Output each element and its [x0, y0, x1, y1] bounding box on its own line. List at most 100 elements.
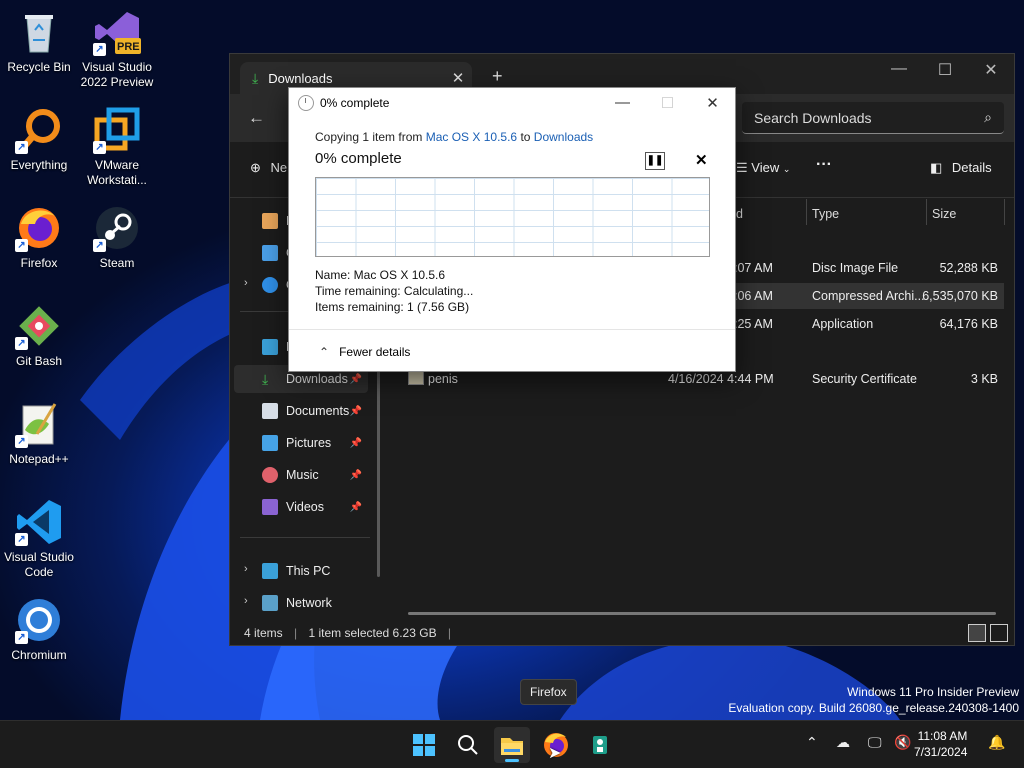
notepad-plus-plus-icon: ↗ — [15, 400, 63, 448]
chevron-right-icon[interactable]: › — [244, 595, 248, 607]
active-indicator — [505, 759, 519, 762]
desktop-icon-chromium[interactable]: ↗ Chromium — [0, 596, 78, 663]
firefox-icon: ↗ — [15, 204, 63, 252]
pin-icon: 📌 — [349, 437, 362, 449]
sidebar-item-pictures[interactable]: Pictures 📌 — [234, 429, 368, 457]
download-arrow-icon: ⤓ — [262, 371, 269, 387]
onedrive-offline-icon[interactable]: ☁ — [836, 735, 850, 751]
horizontal-scrollbar[interactable] — [408, 612, 996, 615]
vscode-icon: ↗ — [15, 498, 63, 546]
tiles-view-icon[interactable] — [990, 624, 1008, 642]
gallery-icon — [262, 245, 278, 261]
start-button[interactable] — [406, 727, 442, 763]
search-button[interactable] — [450, 727, 486, 763]
chevron-right-icon[interactable]: › — [244, 563, 248, 575]
dialog-body: Copying 1 item from Mac OS X 10.5.6 to D… — [289, 117, 735, 329]
desktop-icon-steam[interactable]: ↗ Steam — [78, 204, 156, 271]
shortcut-arrow-icon: ↗ — [93, 141, 106, 154]
desktop-icon-vmware[interactable]: ↗ VMware Workstati... — [78, 106, 156, 188]
chromium-icon: ↗ — [15, 596, 63, 644]
destination-link[interactable]: Downloads — [534, 130, 593, 144]
chevron-up-icon: ⌃ — [319, 344, 330, 359]
status-bar: 4 items | 1 item selected 6.23 GB | — [244, 626, 452, 640]
pin-icon: 📌 — [349, 501, 362, 513]
more-options-button[interactable]: ··· — [816, 156, 832, 174]
column-header-type[interactable]: Type — [812, 207, 839, 221]
details-view-icon[interactable] — [968, 624, 986, 642]
desktop-icon-firefox[interactable]: ↗ Firefox — [0, 204, 78, 271]
sidebar-item-this-pc[interactable]: › This PC — [234, 557, 368, 585]
transfer-speed-graph — [315, 177, 710, 257]
taskbar-app[interactable] — [582, 727, 618, 763]
minimize-icon[interactable]: — — [600, 94, 645, 111]
back-arrow-icon[interactable]: ← — [248, 108, 265, 128]
nav-divider — [240, 537, 370, 538]
show-hidden-icons-chevron-icon[interactable]: ⌃ — [806, 735, 818, 751]
pin-icon: 📌 — [349, 469, 362, 481]
home-icon — [262, 213, 278, 229]
percent-complete: 0% complete — [315, 150, 402, 167]
taskbar-tooltip: Firefox — [520, 679, 577, 705]
shortcut-arrow-icon: ↗ — [15, 435, 28, 448]
clock-icon — [298, 94, 314, 111]
taskbar: ➤ ⌃ ☁ 🖵 🔇 11:08 AM 7/31/2024 🔔 — [0, 720, 1024, 768]
source-link[interactable]: Mac OS X 10.5.6 — [426, 130, 517, 144]
minimize-icon[interactable]: — — [876, 60, 922, 78]
chevron-right-icon[interactable]: › — [244, 277, 248, 289]
maximize-icon: ☐ — [660, 94, 675, 112]
desktop-icon-git-bash[interactable]: ↗ Git Bash — [0, 302, 78, 369]
new-button[interactable]: ⊕ Ne — [250, 160, 287, 176]
desktop-icon-recycle-bin[interactable]: Recycle Bin — [0, 8, 78, 75]
search-input[interactable]: Search Downloads ⌕ — [742, 102, 1004, 134]
view-icon: ☰ — [736, 160, 748, 175]
column-separator[interactable] — [1004, 199, 1005, 225]
shortcut-arrow-icon: ↗ — [93, 43, 106, 56]
desktop-icon-everything[interactable]: ↗ Everything — [0, 106, 78, 173]
taskbar-file-explorer[interactable] — [494, 727, 530, 763]
column-header-date[interactable]: d — [736, 207, 743, 221]
plus-circle-icon: ⊕ — [250, 160, 261, 175]
shortcut-arrow-icon: ↗ — [15, 141, 28, 154]
desktop-icon-notepad-plus-plus[interactable]: ↗ Notepad++ — [0, 400, 78, 467]
column-separator[interactable] — [926, 199, 927, 225]
notification-bell-icon[interactable]: 🔔 — [988, 735, 1005, 751]
sidebar-item-videos[interactable]: Videos 📌 — [234, 493, 368, 521]
copy-summary: Copying 1 item from Mac OS X 10.5.6 to D… — [315, 130, 594, 144]
steam-icon: ↗ — [93, 204, 141, 252]
column-header-size[interactable]: Size — [932, 207, 956, 221]
sidebar-item-network[interactable]: › Network — [234, 589, 368, 617]
taskbar-firefox[interactable]: ➤ — [538, 727, 574, 763]
sidebar-item-documents[interactable]: Documents 📌 — [234, 397, 368, 425]
close-tab-icon[interactable]: ✕ — [444, 69, 472, 87]
maximize-icon[interactable]: ☐ — [922, 60, 968, 80]
view-button[interactable]: ☰ View ⌄ — [736, 160, 790, 176]
volume-muted-icon[interactable]: 🔇 — [894, 735, 911, 751]
pin-icon: 📌 — [349, 405, 362, 417]
copy-progress-dialog[interactable]: 0% complete — ☐ ✕ Copying 1 item from Ma… — [288, 87, 736, 372]
taskbar-clock[interactable]: 11:08 AM 7/31/2024 — [914, 728, 967, 760]
shortcut-arrow-icon: ↗ — [15, 337, 28, 350]
desktop-icon-visual-studio-2022-preview[interactable]: PRE ↗ Visual Studio 2022 Preview — [78, 8, 156, 90]
details-pane-button[interactable]: ◧ Details — [930, 160, 992, 176]
close-icon: ✕ — [695, 152, 708, 169]
pin-icon: 📌 — [349, 373, 362, 385]
column-separator[interactable] — [806, 199, 807, 225]
documents-icon — [262, 403, 278, 419]
new-tab-icon[interactable]: + — [492, 66, 503, 87]
shortcut-arrow-icon: ↗ — [15, 533, 28, 546]
pause-button[interactable]: ❚❚ — [645, 152, 665, 170]
pictures-icon — [262, 435, 278, 451]
network-monitor-icon[interactable]: 🖵 — [868, 735, 882, 751]
search-icon — [458, 735, 478, 755]
sidebar-item-music[interactable]: Music 📌 — [234, 461, 368, 489]
dialog-titlebar[interactable]: 0% complete — ☐ ✕ — [289, 88, 735, 117]
cancel-copy-button[interactable]: ✕ — [695, 151, 708, 169]
fewer-details-button[interactable]: ⌃ Fewer details — [289, 329, 735, 373]
git-bash-icon: ↗ — [15, 302, 63, 350]
recycle-bin-icon — [15, 8, 63, 56]
folder-icon — [501, 738, 523, 755]
close-icon[interactable]: ✕ — [690, 94, 735, 112]
desktop-icon-vscode[interactable]: ↗ Visual Studio Code — [0, 498, 78, 580]
shortcut-arrow-icon: ↗ — [93, 239, 106, 252]
close-window-icon[interactable]: ✕ — [968, 60, 1014, 80]
